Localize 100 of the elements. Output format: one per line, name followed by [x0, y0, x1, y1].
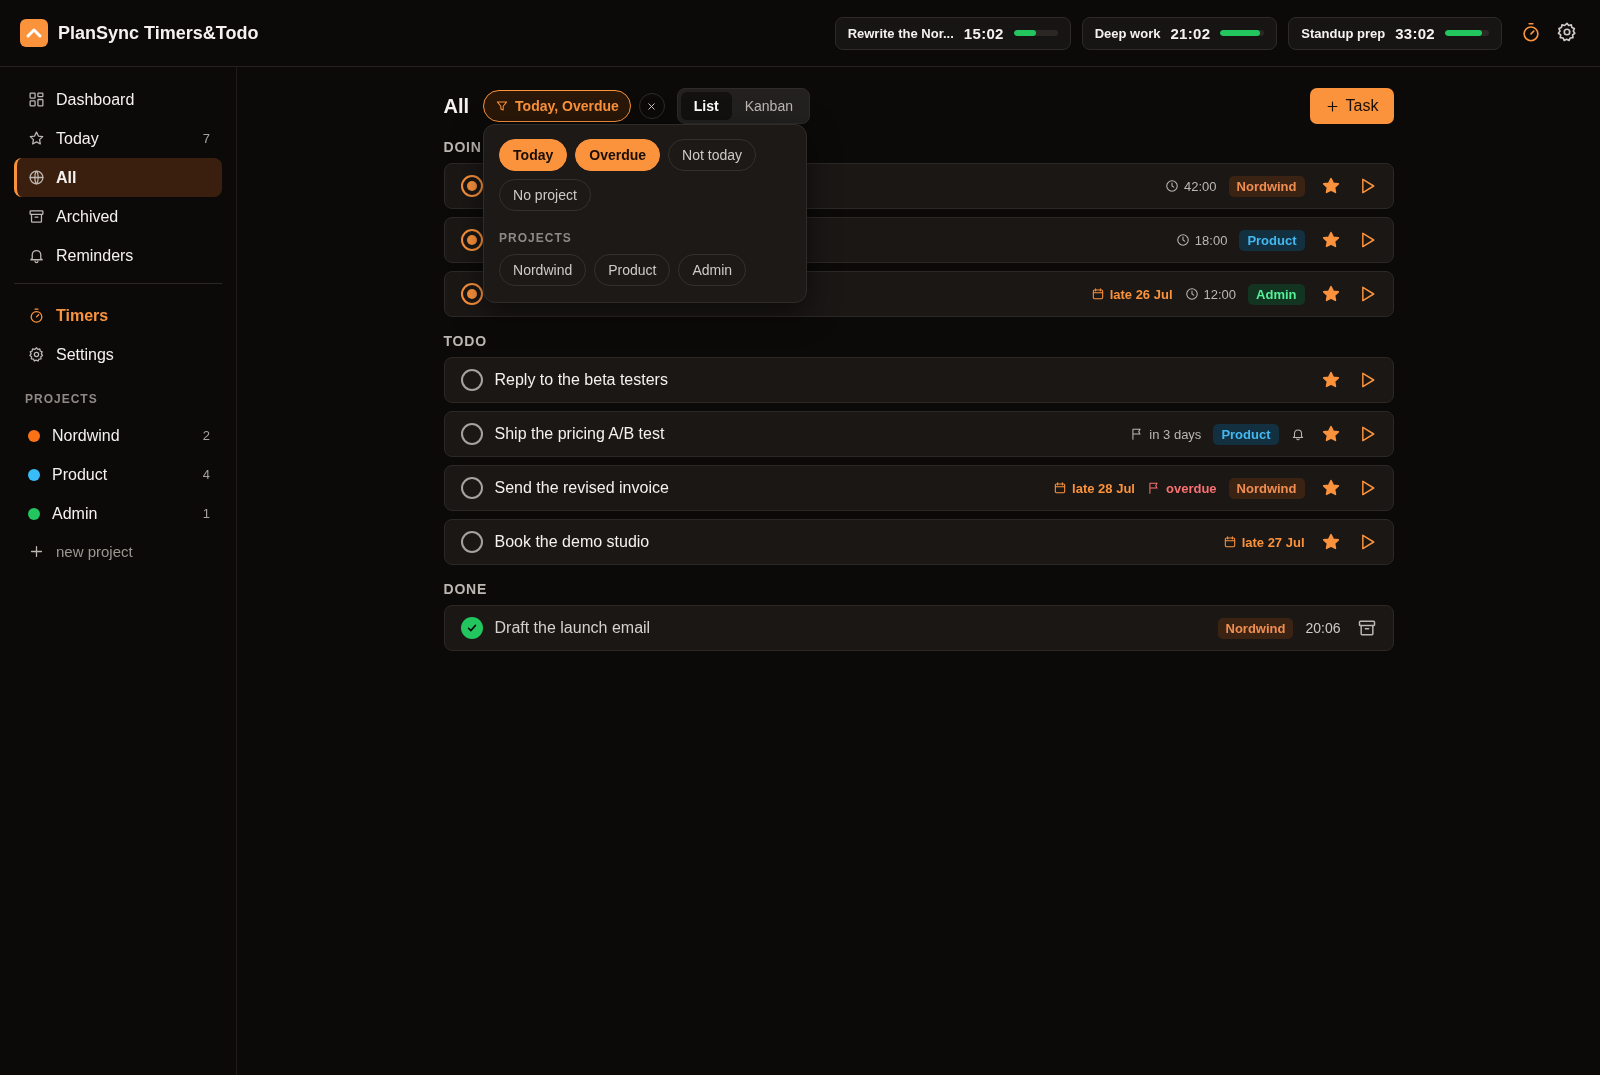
add-task-button[interactable]: Task [1309, 88, 1394, 124]
star-icon [1320, 370, 1341, 390]
filter-chip[interactable]: Not today [668, 139, 756, 171]
nav-item[interactable]: Reminders [14, 236, 222, 275]
settings-icon [1556, 21, 1578, 43]
filter-button[interactable]: Today, Overdue [483, 90, 631, 122]
task-title: Reply to the beta testers [494, 371, 669, 389]
project-tag: Nordwind [1228, 477, 1305, 499]
star-icon [1320, 424, 1341, 444]
star-icon [1320, 284, 1341, 304]
project-tag: Nordwind [1217, 617, 1294, 639]
task-row[interactable]: Ship the pricing A/B test in 3 days Product [443, 411, 1394, 457]
time-estimate: 18:00 [1175, 232, 1228, 248]
task-row[interactable]: Book the demo studio late 27 Jul [443, 519, 1394, 565]
todo-checkbox[interactable] [460, 531, 483, 553]
in-progress-indicator[interactable] [460, 175, 483, 197]
flag-icon [1147, 481, 1161, 495]
filter-icon [495, 99, 510, 113]
nav-item[interactable]: Settings [14, 335, 222, 374]
timer-pill[interactable]: Standup prep 33:02 [1288, 16, 1502, 50]
task-title: Ship the pricing A/B test [494, 425, 666, 443]
stopwatch-icon [28, 307, 45, 324]
timer-name: Deep work [1094, 25, 1161, 41]
star-button[interactable] [1320, 284, 1341, 304]
timer-time: 33:02 [1395, 24, 1435, 42]
view-tab[interactable]: Kanban [731, 92, 806, 120]
star-button[interactable] [1320, 370, 1341, 390]
calendar-icon [1090, 287, 1105, 301]
time-spent: 20:06 [1305, 620, 1341, 636]
project-tag: Nordwind [1228, 175, 1305, 197]
clock-icon [1184, 287, 1199, 301]
project-item[interactable]: Admin 1 [14, 494, 222, 533]
globe-icon [28, 169, 45, 186]
star-icon [1320, 478, 1341, 498]
clock-icon [1175, 233, 1190, 247]
project-item[interactable]: Nordwind 2 [14, 416, 222, 455]
archive-icon [1356, 618, 1377, 638]
plus-icon [1324, 98, 1340, 114]
app-logo-icon [20, 19, 48, 47]
page-title: All [443, 94, 470, 118]
nav-item[interactable]: All [14, 158, 222, 197]
bell-icon [1290, 427, 1305, 441]
nav-item[interactable]: Archived [14, 197, 222, 236]
in-progress-indicator[interactable] [460, 283, 483, 305]
nav-item[interactable]: Today 7 [14, 119, 222, 158]
timer-time: 15:02 [963, 24, 1004, 42]
section-heading: TODO [443, 333, 487, 349]
deadline: overdue [1147, 480, 1217, 496]
star-icon [28, 130, 45, 147]
project-item[interactable]: Product 4 [14, 455, 222, 494]
in-progress-indicator[interactable] [460, 229, 483, 251]
timer-name: Rewrite the Nor... [847, 25, 954, 41]
bell-icon [28, 247, 45, 264]
stopwatch-icon [1520, 21, 1542, 43]
time-estimate: 12:00 [1184, 286, 1237, 302]
star-button[interactable] [1320, 478, 1341, 498]
nav-item[interactable]: Timers [14, 296, 222, 335]
dashboard-icon [28, 91, 45, 108]
timer-name: Standup prep [1301, 25, 1386, 41]
star-icon [1320, 532, 1341, 552]
task-title: Send the revised invoice [494, 479, 670, 497]
todo-checkbox[interactable] [460, 423, 483, 445]
new-project-button[interactable]: new project [14, 533, 222, 569]
item-count: 4 [202, 467, 210, 482]
project-tag: Product [1239, 229, 1305, 251]
project-tag: Admin [1248, 283, 1305, 305]
done-checkbox[interactable] [460, 617, 483, 639]
filter-chip[interactable]: Admin [678, 254, 747, 286]
filter-chip[interactable]: Today [499, 139, 568, 171]
timer-pill[interactable]: Deep work 21:02 [1081, 16, 1278, 50]
filter-chip[interactable]: Nordwind [499, 254, 587, 286]
task-row[interactable]: Reply to the beta testers [443, 357, 1394, 403]
todo-checkbox[interactable] [460, 369, 483, 391]
settings-icon [28, 346, 45, 363]
task-title: Draft the launch email [494, 619, 652, 637]
task-row[interactable]: Draft the launch email Nordwind 20:06 [443, 605, 1394, 651]
filter-chip[interactable]: Overdue [575, 139, 661, 171]
filter-chip[interactable]: Product [594, 254, 671, 286]
nav-item[interactable]: Dashboard [14, 80, 222, 119]
task-row[interactable]: Send the revised invoice late 28 Jul overdue Nordwind [443, 465, 1394, 511]
timer-pill[interactable]: Rewrite the Nor... 15:02 [834, 16, 1071, 50]
section-heading: DOIN [443, 139, 482, 155]
time-estimate: 42:00 [1165, 178, 1217, 194]
archive-icon [28, 208, 45, 225]
app-title: PlanSync Timers&Todo [58, 22, 259, 44]
view-tab[interactable]: List [680, 92, 732, 120]
due-date: late 26 Jul [1090, 286, 1173, 302]
project-tag: Product [1213, 423, 1279, 445]
clock-icon [1165, 179, 1179, 193]
section-heading: PROJECTS [499, 231, 573, 245]
star-button[interactable] [1320, 176, 1341, 196]
star-button[interactable] [1320, 230, 1341, 250]
star-button[interactable] [1320, 424, 1341, 444]
star-button[interactable] [1320, 532, 1341, 552]
deadline: in 3 days [1130, 426, 1202, 442]
archive-button[interactable] [1356, 618, 1377, 638]
item-count: 7 [202, 131, 210, 146]
star-icon [1320, 230, 1341, 250]
filter-chip[interactable]: No project [499, 179, 591, 211]
todo-checkbox[interactable] [460, 477, 483, 499]
